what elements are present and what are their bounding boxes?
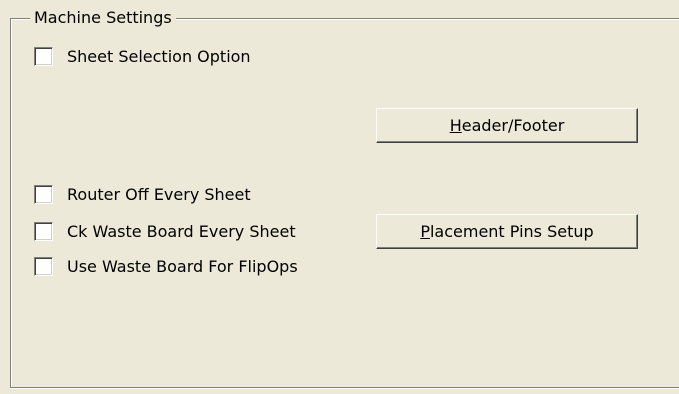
checkbox-box[interactable] xyxy=(34,46,53,66)
placement-pins-setup-button[interactable]: Placement Pins Setup xyxy=(376,214,638,249)
use-waste-board-for-flipops-checkbox[interactable]: Use Waste Board For FlipOps xyxy=(34,254,298,278)
checkbox-label: Ck Waste Board Every Sheet xyxy=(67,221,296,241)
checkbox-label: Router Off Every Sheet xyxy=(67,184,251,204)
button-label: lacement Pins Setup xyxy=(429,222,594,241)
header-footer-button[interactable]: Header/Footer xyxy=(376,108,638,143)
sheet-selection-option-checkbox[interactable]: Sheet Selection Option xyxy=(34,44,251,68)
checkbox-label: Use Waste Board For FlipOps xyxy=(67,256,298,276)
button-mnemonic: H xyxy=(449,116,462,135)
checkbox-box[interactable] xyxy=(34,256,53,276)
checkbox-box[interactable] xyxy=(34,184,53,204)
button-mnemonic: P xyxy=(420,222,430,241)
checkbox-box[interactable] xyxy=(34,221,53,241)
groupbox-edge-highlight xyxy=(10,388,679,389)
router-off-every-sheet-checkbox[interactable]: Router Off Every Sheet xyxy=(34,182,251,206)
ck-waste-board-every-sheet-checkbox[interactable]: Ck Waste Board Every Sheet xyxy=(34,219,296,243)
checkbox-label: Sheet Selection Option xyxy=(67,46,251,66)
button-label: eader/Footer xyxy=(461,116,565,135)
groupbox-legend: Machine Settings xyxy=(30,8,176,28)
